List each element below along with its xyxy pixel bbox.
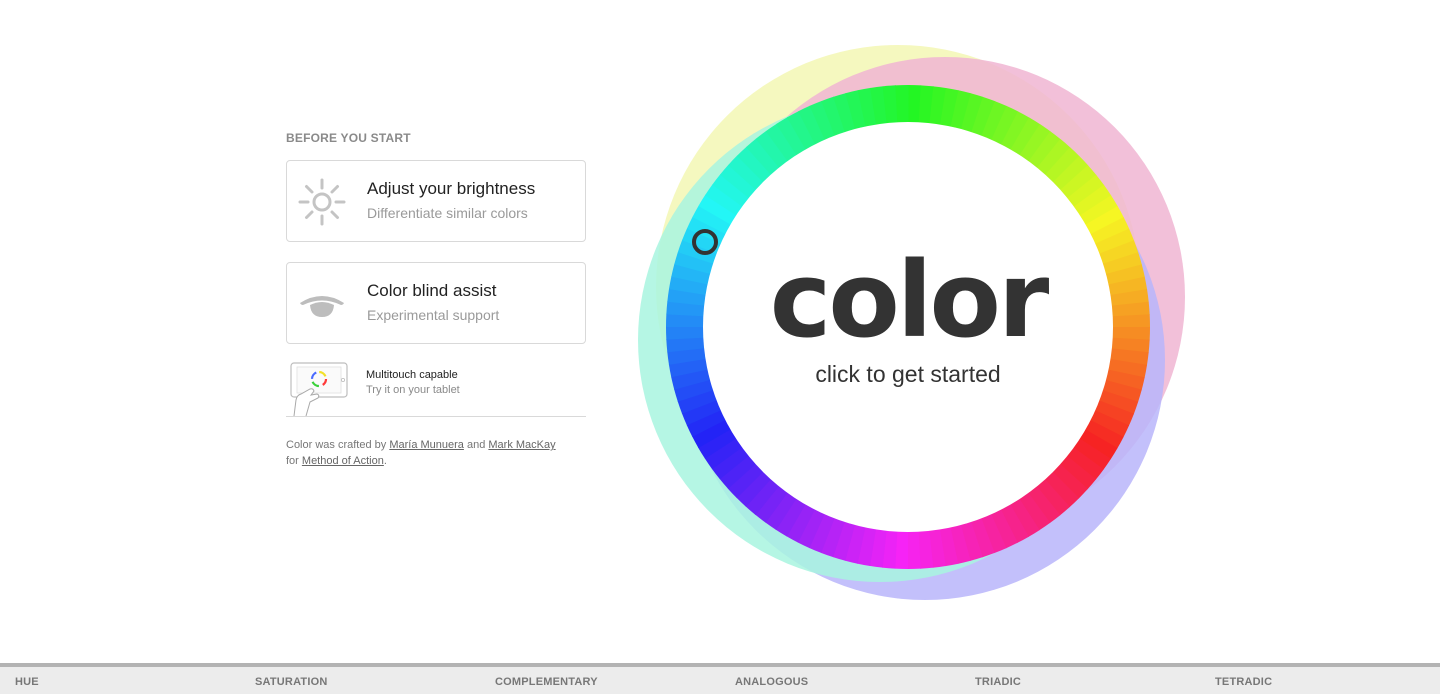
tab-analogous[interactable]: ANALOGOUS (735, 676, 808, 688)
company-link[interactable]: Method of Action (302, 455, 384, 467)
eye-icon (297, 279, 347, 329)
wheel-title: color (769, 239, 1049, 361)
tab-tetradic[interactable]: TETRADIC (1215, 676, 1272, 688)
multitouch-subtitle: Try it on your tablet (366, 384, 460, 396)
sun-icon (297, 177, 347, 227)
brightness-subtitle: Differentiate similar colors (367, 205, 528, 221)
hue-segment[interactable] (895, 84, 909, 128)
author-link-mark[interactable]: Mark MacKay (488, 439, 555, 451)
wheel-label: color click to get started (690, 245, 1126, 388)
brightness-title: Adjust your brightness (367, 179, 536, 198)
hue-segment[interactable] (907, 526, 921, 570)
color-blind-subtitle: Experimental support (367, 307, 500, 323)
credits-for: for (286, 455, 302, 467)
credits: Color was crafted by María Munuera and M… (286, 437, 586, 469)
before-you-start-panel: BEFORE YOU START Adjust your brightness … (286, 131, 586, 469)
author-link-maria[interactable]: María Munuera (389, 439, 464, 451)
get-started-label[interactable]: click to get started (690, 361, 1126, 388)
color-blind-card[interactable]: Color blind assist Experimental support (286, 262, 586, 344)
credits-suffix: . (383, 455, 387, 467)
tab-saturation[interactable]: SATURATION (255, 676, 327, 688)
brightness-card[interactable]: Adjust your brightness Differentiate sim… (286, 160, 586, 242)
multitouch-note: Multitouch capable Try it on your tablet (286, 362, 586, 417)
section-title: BEFORE YOU START (286, 131, 411, 145)
bottom-nav: HUE SATURATION COMPLEMENTARY ANALOGOUS T… (0, 663, 1440, 694)
credits-prefix: Color was crafted by (286, 439, 390, 451)
tablet-icon (288, 362, 350, 421)
tab-triadic[interactable]: TRIADIC (975, 676, 1021, 688)
color-wheel[interactable]: color click to get started (630, 45, 1200, 610)
color-blind-title: Color blind assist (367, 281, 497, 300)
credits-and: and (463, 439, 489, 451)
multitouch-title: Multitouch capable (366, 369, 458, 381)
tab-hue[interactable]: HUE (15, 676, 39, 688)
tab-complementary[interactable]: COMPLEMENTARY (495, 676, 598, 688)
